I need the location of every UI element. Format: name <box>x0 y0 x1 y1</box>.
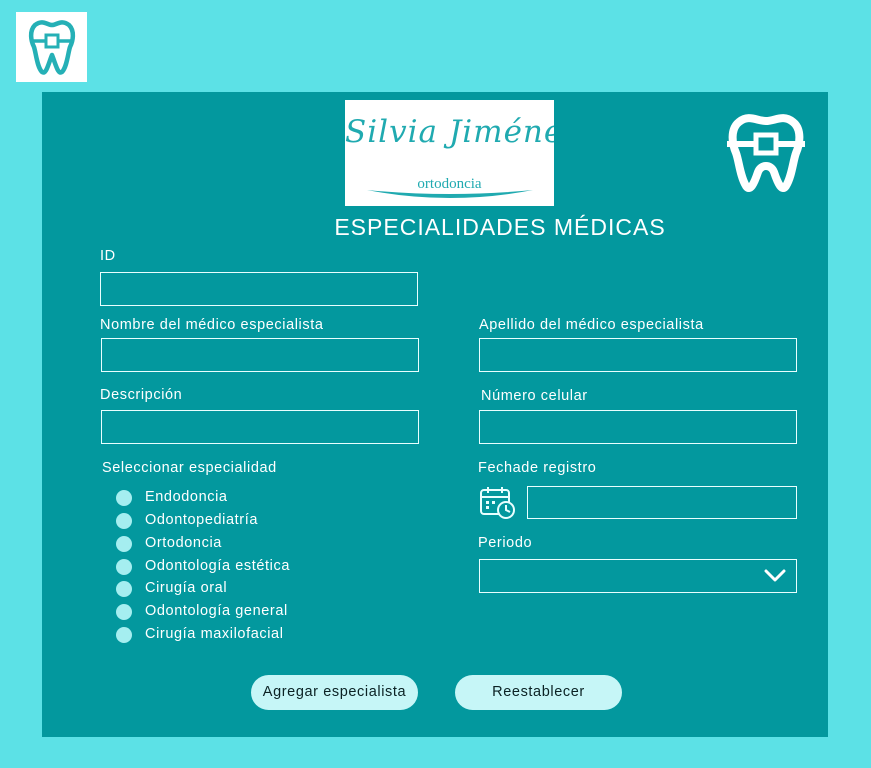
radio-button[interactable] <box>116 490 132 506</box>
id-field[interactable] <box>100 272 418 306</box>
period-label: Periodo <box>478 535 533 551</box>
id-label: ID <box>100 248 116 264</box>
last-name-label: Apellido del médico especialista <box>479 317 704 333</box>
specialty-option-label: Cirugía oral <box>145 580 228 596</box>
tooth-braces-icon <box>28 20 76 75</box>
tooth-braces-icon <box>727 114 805 193</box>
phone-field[interactable] <box>479 410 797 444</box>
first-name-field[interactable] <box>101 338 419 372</box>
specialty-option-label: Odontopediatría <box>145 512 258 528</box>
radio-button[interactable] <box>116 581 132 597</box>
radio-button[interactable] <box>116 627 132 643</box>
specialty-label: Seleccionar especialidad <box>102 460 277 476</box>
smile-swoosh-icon <box>367 190 533 198</box>
add-specialist-button[interactable]: Agregar especialista <box>251 675 418 710</box>
calendar-clock-icon[interactable] <box>479 485 517 521</box>
phone-label: Número celular <box>481 388 588 404</box>
specialty-option-label: Odontología estética <box>145 558 291 574</box>
brand-logo: Silvia Jiménez ortodoncia <box>345 100 554 206</box>
radio-button[interactable] <box>116 559 132 575</box>
corner-logo <box>16 12 87 82</box>
specialty-option-label: Odontología general <box>145 603 288 619</box>
specialty-option-label: Endodoncia <box>145 489 228 505</box>
date-label: Fechade registro <box>478 460 597 476</box>
last-name-field[interactable] <box>479 338 797 372</box>
first-name-label: Nombre del médico especialista <box>100 317 324 333</box>
period-select[interactable] <box>479 559 797 593</box>
description-label: Descripción <box>100 387 183 403</box>
radio-button[interactable] <box>116 513 132 529</box>
page-title: ESPECIALIDADES MÉDICAS <box>334 214 666 240</box>
brand-name: Silvia Jiménez <box>345 114 554 150</box>
form-panel: Silvia Jiménez ortodoncia ESPECIALIDADES… <box>42 92 828 737</box>
radio-button[interactable] <box>116 604 132 620</box>
reset-button[interactable]: Reestablecer <box>455 675 622 710</box>
specialty-option-label: Ortodoncia <box>145 535 222 551</box>
description-field[interactable] <box>101 410 419 444</box>
radio-button[interactable] <box>116 536 132 552</box>
date-field[interactable] <box>527 486 797 519</box>
specialty-option-label: Cirugía maxilofacial <box>145 626 284 642</box>
chevron-down-icon <box>764 569 786 582</box>
